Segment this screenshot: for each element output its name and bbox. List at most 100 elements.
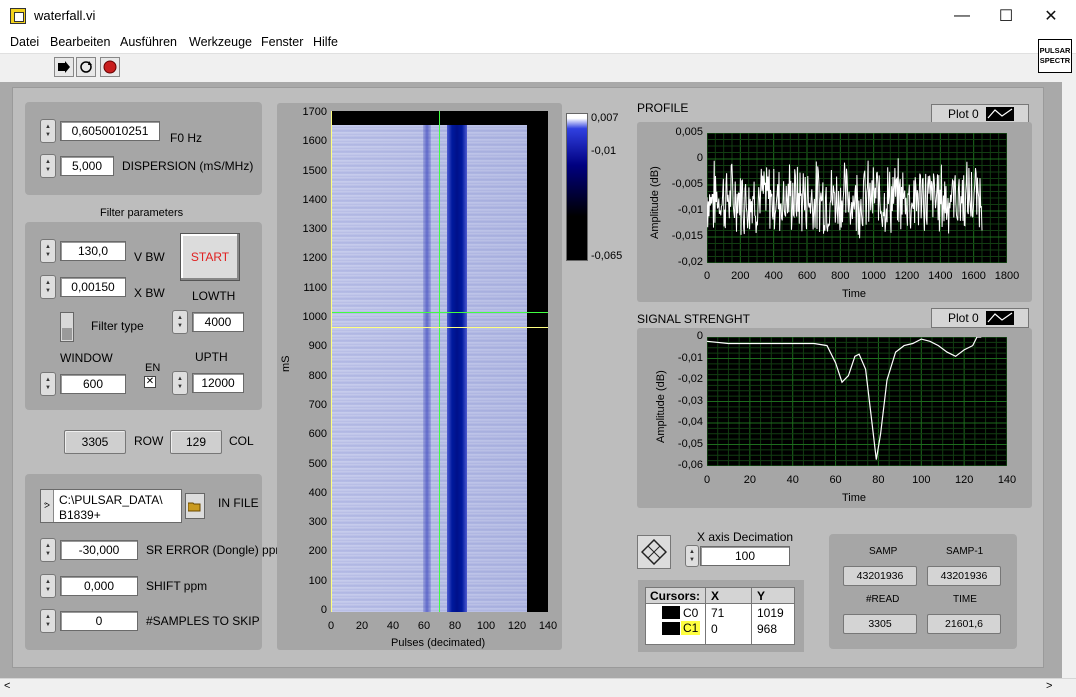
xbw-control[interactable]: ▲ ▼ 0,00150 (40, 275, 128, 299)
upth-control[interactable]: ▲ ▼ 12000 (172, 371, 246, 395)
decimation-control[interactable]: ▲ ▼ 100 (685, 545, 791, 569)
horizontal-scrollbar[interactable]: < > (0, 678, 1076, 697)
waterfall-y-tick: 900 (308, 340, 327, 353)
minimize-button[interactable]: — (939, 0, 985, 32)
sr-error-spinner[interactable]: ▲ ▼ (40, 538, 56, 562)
cursor-c0-x: 71 (711, 606, 725, 620)
vbw-spinner[interactable]: ▲ ▼ (40, 239, 56, 263)
cursor-legend[interactable]: Cursors: X Y C0 71 1019 C1 0 968 (645, 587, 795, 645)
signal-x-label: Time (842, 492, 867, 504)
window-spinner[interactable]: ▲ ▼ (40, 372, 56, 396)
profile-plot-legend[interactable]: Plot 0 (931, 104, 1029, 124)
menu-datei[interactable]: Datei (10, 35, 39, 49)
en-checkbox[interactable]: ✕ (144, 376, 156, 388)
menu-hilfe[interactable]: Hilfe (313, 35, 338, 49)
close-button[interactable]: ✕ (1028, 0, 1074, 32)
profile-plot-area[interactable] (707, 133, 1007, 263)
graph-palette-button[interactable] (637, 535, 671, 569)
folder-open-icon (188, 502, 201, 511)
cursor-header-x: X (711, 589, 720, 603)
vbw-input[interactable]: 130,0 (60, 241, 126, 261)
xbw-spinner[interactable]: ▲ ▼ (40, 275, 56, 299)
window-control[interactable]: ▲ ▼ 600 (40, 372, 128, 396)
in-file-path-line2[interactable]: B1839+ (59, 508, 101, 522)
path-browse-menu-icon[interactable]: ᕗ (41, 490, 54, 522)
upth-label: UPTH (195, 350, 228, 364)
shift-spinner[interactable]: ▲ ▼ (40, 574, 56, 598)
decimation-input[interactable]: 100 (700, 546, 790, 566)
in-file-path-control[interactable]: ᕗ C:\PULSAR_DATA\ B1839+ (40, 489, 182, 523)
cursor-header-name: Cursors: (650, 589, 701, 603)
waterfall-y-tick: 1500 (302, 164, 327, 177)
vbw-control[interactable]: ▲ ▼ 130,0 (40, 239, 128, 263)
row-label: ROW (134, 434, 164, 448)
waterfall-y-tick: 200 (308, 545, 327, 558)
abort-button[interactable] (100, 57, 120, 77)
waterfall-y-tick: 400 (308, 486, 327, 499)
waterfall-y-tick: 1600 (302, 135, 327, 148)
signal-x-tick: 120 (954, 474, 974, 486)
f0-spinner[interactable]: ▲ ▼ (40, 119, 56, 143)
profile-y-tick: 0,005 (675, 126, 703, 138)
lowth-control[interactable]: ▲ ▼ 4000 (172, 310, 246, 334)
cursor-c1-vertical[interactable] (331, 111, 332, 612)
menu-bearbeiten[interactable]: Bearbeiten (50, 35, 110, 49)
lowth-input[interactable]: 4000 (192, 312, 244, 332)
f0-control[interactable]: ▲ ▼ 0,6050010251 (40, 119, 162, 143)
signal-plot-legend[interactable]: Plot 0 (931, 308, 1029, 328)
filter-type-switch[interactable] (60, 312, 74, 342)
plot-line-style-icon (985, 311, 1014, 325)
in-file-path-line1[interactable]: C:\PULSAR_DATA\ (59, 493, 163, 507)
pan-icon (641, 539, 667, 565)
dispersion-control[interactable]: ▲ ▼ 5,000 (40, 154, 115, 178)
signal-x-tick: 100 (912, 474, 931, 486)
waterfall-x-label: Pulses (decimated) (391, 637, 486, 649)
signal-x-tick: 60 (829, 474, 842, 486)
signal-y-label: Amplitude (dB) (655, 370, 667, 443)
scroll-right-icon[interactable]: > (1046, 680, 1052, 692)
profile-legend-label: Plot 0 (948, 107, 979, 121)
signal-x-tick: 40 (786, 474, 799, 486)
scroll-left-icon[interactable]: < (4, 680, 10, 692)
en-label: EN (145, 362, 161, 374)
window-input[interactable]: 600 (60, 374, 126, 394)
cursor-c0-vertical[interactable] (439, 111, 440, 612)
vertical-scrollbar[interactable] (1062, 82, 1076, 678)
dispersion-spinner[interactable]: ▲ ▼ (40, 154, 56, 178)
col-label: COL (229, 434, 254, 448)
signal-plot-area[interactable] (707, 337, 1007, 466)
profile-x-tick: 1800 (994, 270, 1020, 282)
cursor-row-c0[interactable]: C0 71 1019 (646, 605, 794, 621)
colorbar[interactable] (566, 113, 588, 261)
menu-ausfuehren[interactable]: Ausführen (120, 35, 177, 49)
dispersion-input[interactable]: 5,000 (60, 156, 114, 176)
colorbar-tick-min: -0,065 (591, 250, 623, 262)
sr-error-control[interactable]: ▲ ▼ -30,000 (40, 538, 140, 562)
shift-control[interactable]: ▲ ▼ 0,000 (40, 574, 140, 598)
f0-input[interactable]: 0,6050010251 (60, 121, 160, 141)
cursor-header-y: Y (757, 589, 766, 603)
upth-input[interactable]: 12000 (192, 373, 244, 393)
samples-skip-control[interactable]: ▲ ▼ 0 (40, 609, 140, 633)
menu-werkzeuge[interactable]: Werkzeuge (189, 35, 252, 49)
samp-label: SAMP (869, 546, 898, 557)
cursor-c1-horizontal[interactable] (331, 327, 548, 328)
browse-folder-button[interactable] (185, 493, 205, 519)
maximize-button[interactable]: ☐ (983, 0, 1029, 32)
shift-input[interactable]: 0,000 (60, 576, 138, 596)
decimation-spinner[interactable]: ▲ ▼ (685, 545, 699, 567)
xbw-input[interactable]: 0,00150 (60, 277, 126, 297)
cursor-c1-swatch-icon (662, 622, 680, 635)
samples-skip-input[interactable]: 0 (60, 611, 138, 631)
cursor-row-c1[interactable]: C1 0 968 (646, 621, 794, 637)
upth-spinner[interactable]: ▲ ▼ (172, 371, 188, 395)
run-continuously-button[interactable] (76, 57, 96, 77)
samples-skip-spinner[interactable]: ▲ ▼ (40, 609, 56, 633)
cursor-c0-horizontal[interactable] (331, 312, 548, 313)
run-arrow-button[interactable] (54, 57, 74, 77)
waterfall-plot-area[interactable] (331, 111, 548, 612)
start-button[interactable]: START (180, 233, 240, 281)
lowth-spinner[interactable]: ▲ ▼ (172, 310, 188, 334)
menu-fenster[interactable]: Fenster (261, 35, 303, 49)
sr-error-input[interactable]: -30,000 (60, 540, 138, 560)
